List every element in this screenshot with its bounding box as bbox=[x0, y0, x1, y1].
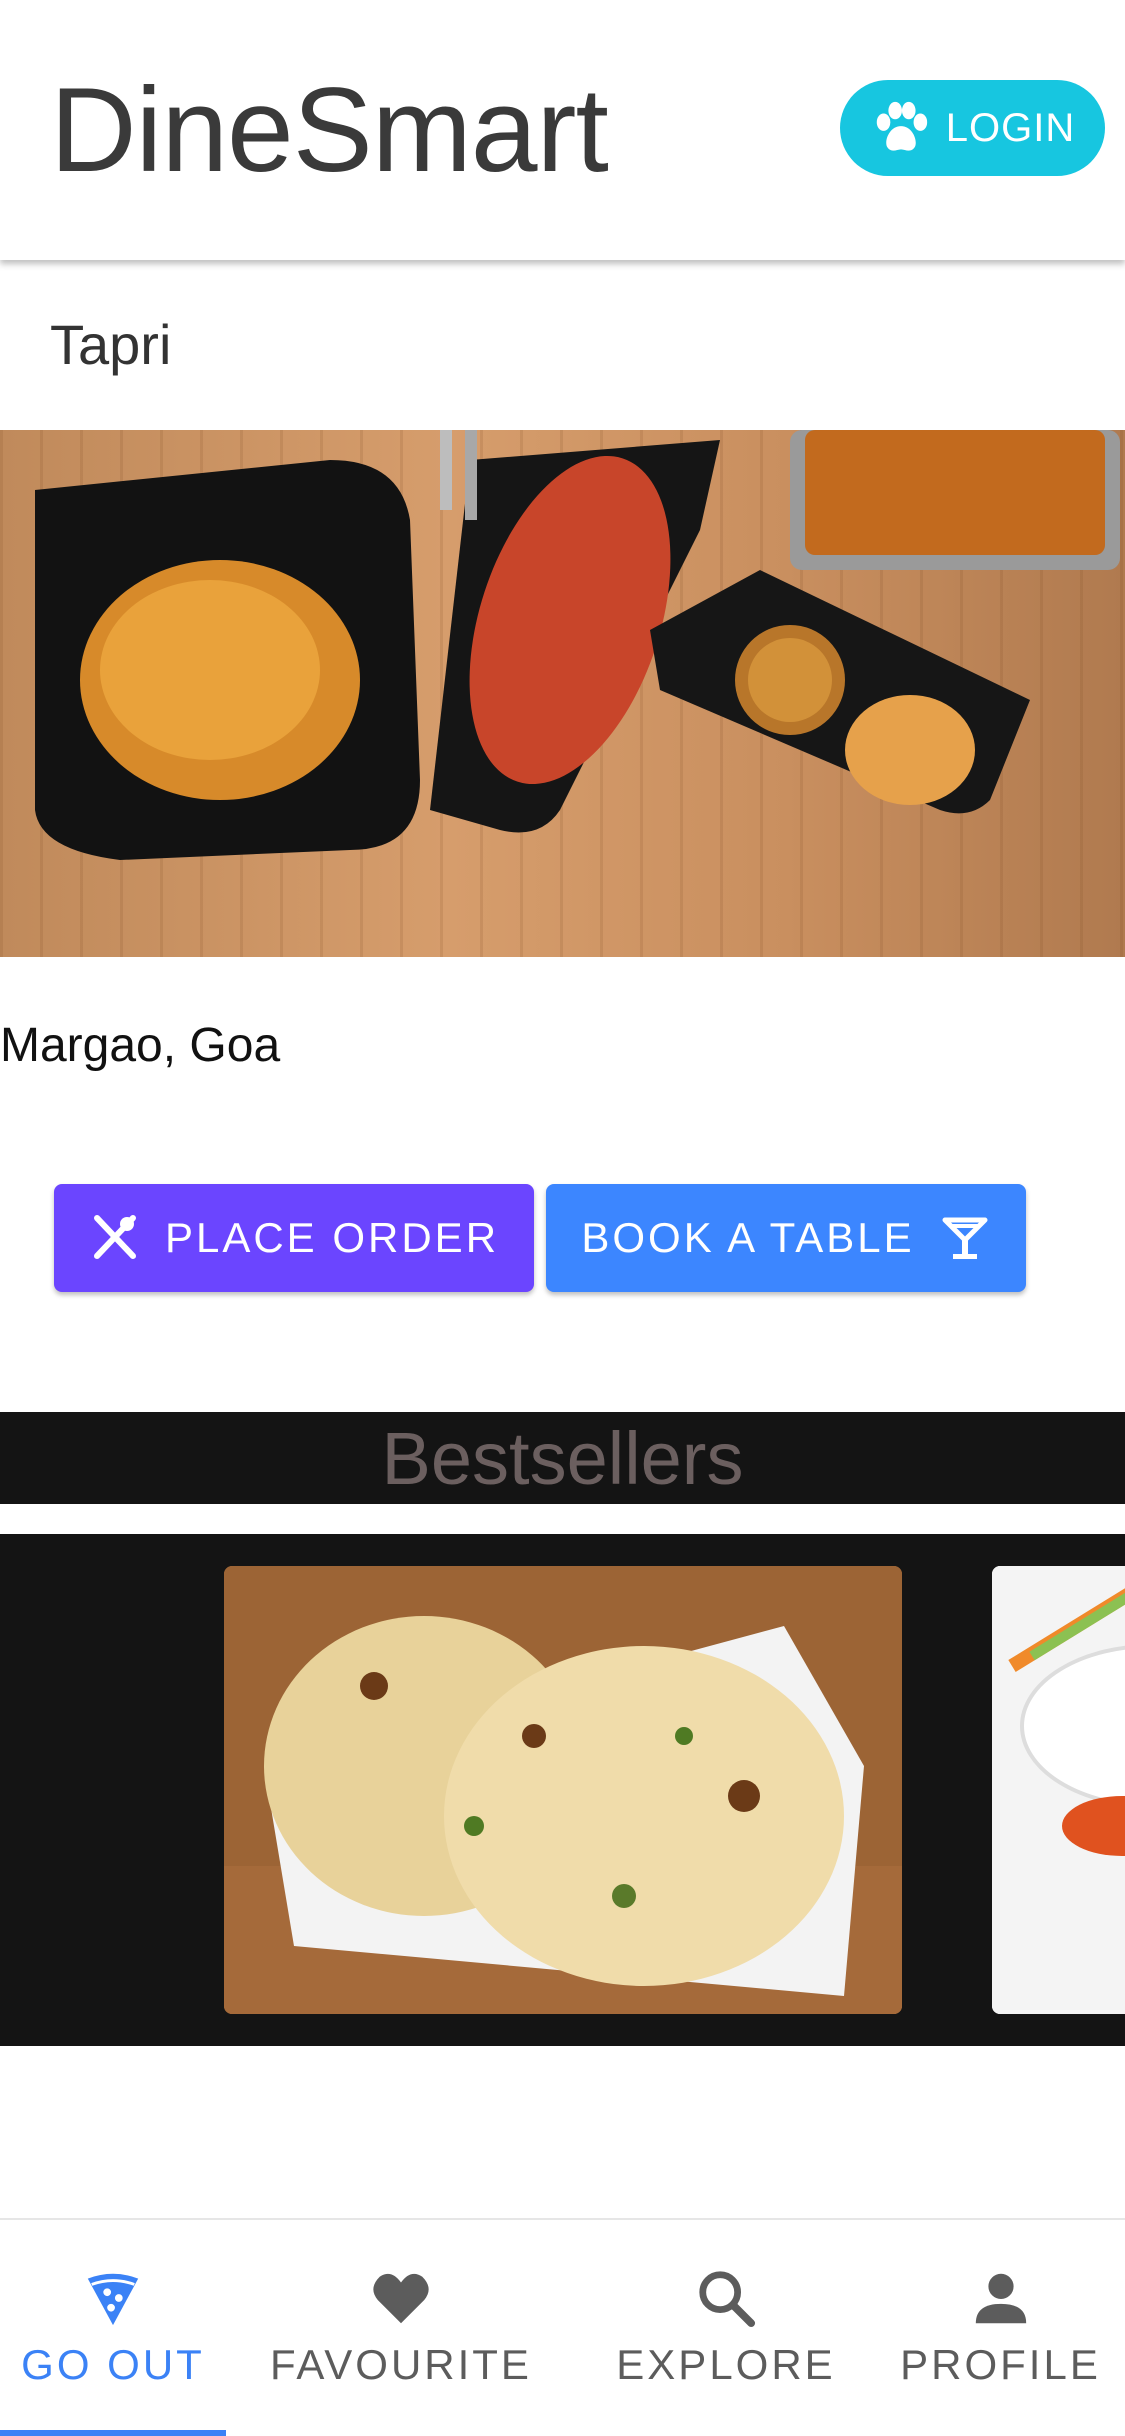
nav-explore-label: EXPLORE bbox=[616, 2341, 836, 2388]
restaurant-hero-image bbox=[0, 430, 1125, 957]
nav-profile[interactable]: PROFILE bbox=[876, 2220, 1125, 2436]
app-title: DineSmart bbox=[50, 63, 609, 197]
bestsellers-header: Bestsellers bbox=[0, 1412, 1125, 1504]
active-tab-indicator bbox=[0, 2430, 226, 2436]
nav-go-out-label: GO OUT bbox=[21, 2341, 205, 2388]
restaurant-name: Tapri bbox=[50, 313, 172, 376]
search-icon bbox=[699, 2271, 756, 2328]
bestseller-card-wings[interactable] bbox=[992, 1566, 1125, 2014]
nav-favourite[interactable]: FAVOURITE bbox=[226, 2220, 576, 2436]
book-table-button[interactable]: BOOK A TABLE bbox=[546, 1184, 1026, 1292]
restaurant-location: Margao, Goa bbox=[0, 1019, 281, 1072]
app-header: DineSmart LOGIN bbox=[0, 0, 1125, 260]
login-button[interactable]: LOGIN bbox=[840, 80, 1105, 176]
book-table-label: BOOK A TABLE bbox=[581, 1214, 915, 1261]
person-icon bbox=[975, 2273, 1026, 2324]
place-order-button[interactable]: PLACE ORDER bbox=[54, 1184, 534, 1292]
cocktail-glass-icon bbox=[942, 1217, 988, 1259]
pizza-icon bbox=[87, 2273, 139, 2326]
bestsellers-carousel[interactable] bbox=[0, 1534, 1125, 2046]
bottom-navigation: GO OUT FAVOURITE EXPLORE PROFILE bbox=[0, 2218, 1125, 2436]
bestsellers-title: Bestsellers bbox=[381, 1416, 744, 1500]
fork-knife-icon bbox=[93, 1215, 136, 1259]
bestseller-card-naan[interactable] bbox=[224, 1566, 902, 2014]
restaurant-bar: Tapri bbox=[0, 260, 1125, 430]
paw-icon bbox=[876, 101, 927, 151]
nav-favourite-label: FAVOURITE bbox=[270, 2341, 532, 2388]
heart-icon bbox=[373, 2273, 429, 2324]
place-order-label: PLACE ORDER bbox=[164, 1214, 500, 1261]
login-label: LOGIN bbox=[945, 105, 1076, 150]
nav-go-out[interactable]: GO OUT bbox=[0, 2220, 226, 2436]
nav-explore[interactable]: EXPLORE bbox=[576, 2220, 876, 2436]
nav-profile-label: PROFILE bbox=[900, 2341, 1101, 2388]
